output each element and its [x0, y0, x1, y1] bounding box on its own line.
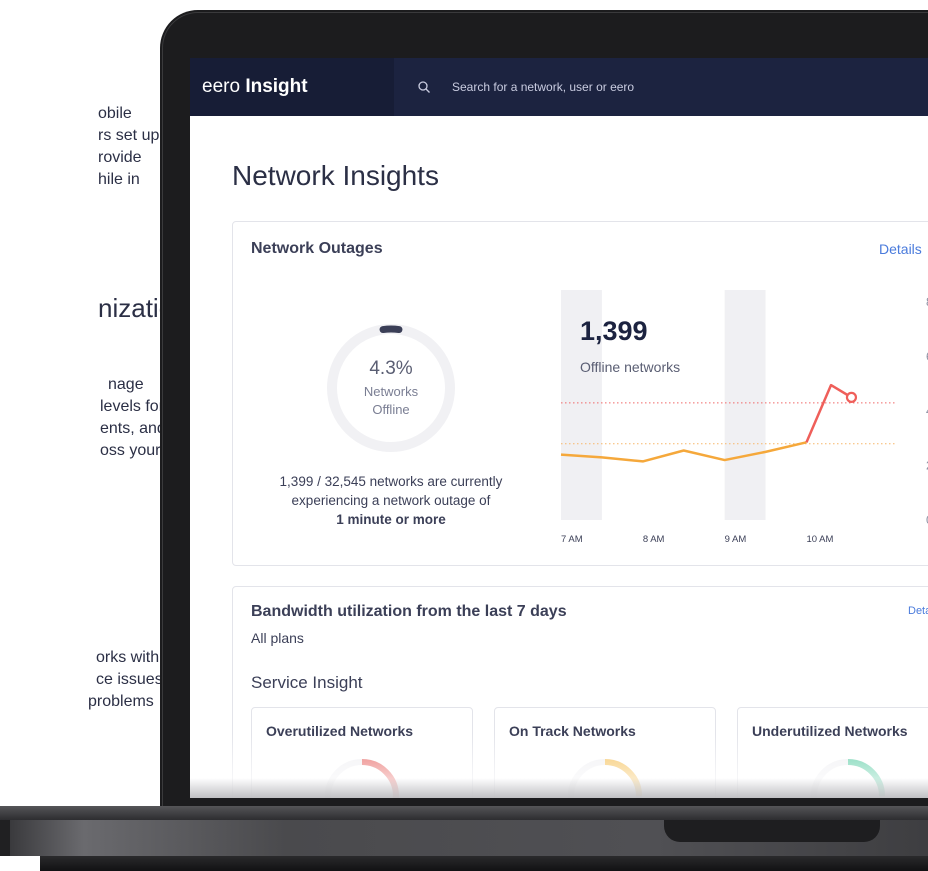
offline-count: 1,399 [580, 316, 648, 346]
brand-logo[interactable]: eero Insight [202, 76, 308, 98]
gauge-arc [379, 325, 403, 334]
x-tick-label: 8 AM [643, 534, 665, 545]
background-paragraph-3: orks with ce issues problems [88, 649, 163, 710]
card-title: Network Outages [251, 240, 383, 257]
x-tick-label: 9 AM [725, 534, 747, 545]
offline-count-label: Offline networks [580, 359, 681, 375]
x-tick-label: 7 AM [561, 534, 583, 545]
laptop-base-bottom [40, 856, 928, 871]
laptop-base-end [0, 820, 10, 856]
network-outages-card: Network Outages Details 4.3% Networks Of… [232, 221, 928, 566]
gauge-value: 4.3% [369, 358, 413, 379]
gauge-label-networks: Networks [363, 384, 419, 399]
background-paragraph-2: nage levels for ents, and oss your [100, 376, 166, 459]
latest-point [845, 391, 858, 403]
x-tick-label: 10 AM [806, 534, 833, 545]
card-title: Bandwidth utilization from the last 7 da… [251, 603, 567, 620]
series-line-alert [805, 383, 853, 443]
top-bar: eero Insight Search for a network, user … [190, 58, 928, 116]
laptop-notch [664, 820, 880, 842]
laptop-base-top [0, 806, 928, 820]
search-input[interactable]: Search for a network, user or eero [452, 80, 634, 94]
outage-description: 1,399 / 32,545 networks are currently ex… [279, 474, 503, 527]
app-screen: eero Insight Search for a network, user … [190, 58, 928, 798]
screen-bottom-shadow [190, 778, 928, 798]
brand-cell: eero Insight [190, 58, 394, 116]
background-paragraph-1: obile rs set up rovide hile in [98, 105, 160, 188]
search-icon[interactable] [418, 81, 430, 93]
page-title: Network Insights [232, 160, 439, 191]
service-insight-title: Service Insight [251, 673, 363, 692]
hour-band [724, 290, 766, 520]
details-link[interactable]: Deta [908, 605, 928, 617]
gauge-label-offline: Offline [372, 402, 410, 417]
details-link[interactable]: Details [879, 241, 922, 257]
plan-filter[interactable]: All plans [251, 630, 304, 646]
